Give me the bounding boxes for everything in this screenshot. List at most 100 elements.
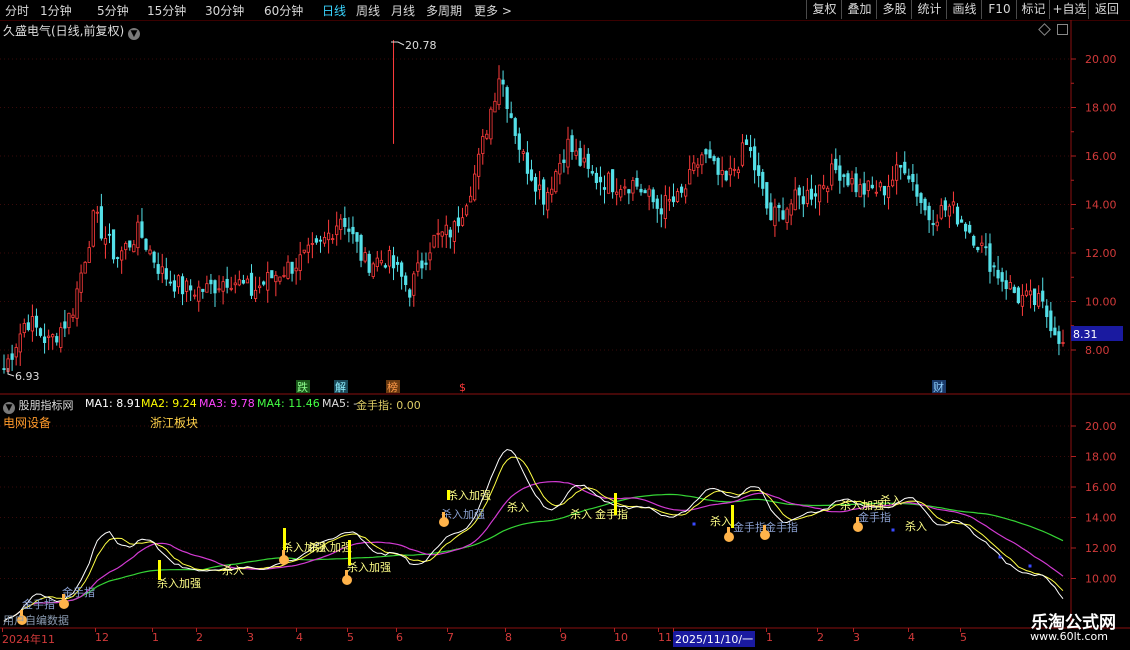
candle-body	[416, 262, 420, 272]
candle-body	[826, 187, 830, 193]
candle-body	[233, 282, 237, 286]
candle-body	[611, 169, 615, 193]
candle-body	[318, 239, 323, 242]
candle-body	[1049, 310, 1053, 332]
candle-body	[927, 205, 931, 221]
candle-body	[513, 118, 517, 136]
time-axis-label: 5	[347, 631, 354, 644]
candle-body	[554, 171, 558, 193]
marker-dot	[1028, 564, 1032, 568]
watermark-url: www.60lt.com	[1030, 630, 1108, 643]
candle-body	[505, 87, 509, 110]
candle-body	[675, 191, 680, 202]
candle-body	[424, 262, 428, 265]
candle-body	[432, 234, 436, 248]
candle-body	[229, 287, 233, 290]
candle-body	[128, 240, 132, 248]
candle-body	[391, 255, 396, 269]
candle-body	[943, 200, 947, 211]
event-tag-ranking[interactable]: 榜	[387, 380, 398, 394]
time-axis-label: 3	[853, 631, 860, 644]
candle-body	[935, 221, 939, 227]
candle-body	[205, 283, 209, 293]
candle-body	[976, 247, 980, 251]
candle-body	[813, 193, 818, 197]
time-axis-label: 11	[658, 631, 672, 644]
price-scale-label: 14.00	[1085, 199, 1117, 212]
candle-body	[679, 186, 684, 193]
ma1-line	[3, 448, 1064, 622]
candle-body	[903, 161, 907, 174]
candle-body	[537, 184, 542, 190]
candle-body	[444, 224, 448, 236]
candle-body	[18, 333, 22, 353]
candle-body	[282, 275, 286, 277]
candle-body	[736, 169, 741, 174]
time-tick	[196, 628, 197, 632]
candle-body	[822, 185, 826, 189]
candle-body	[951, 201, 956, 206]
candle-body	[452, 221, 456, 242]
candle-body	[1000, 272, 1004, 282]
low-price-marker: 6.93	[15, 370, 40, 383]
candle-body	[720, 170, 724, 175]
candle-body	[773, 206, 777, 227]
candle-body	[367, 253, 371, 273]
time-tick	[817, 628, 818, 632]
candle-body	[809, 188, 814, 200]
candle-body	[473, 173, 477, 201]
candle-body	[696, 164, 700, 168]
candle-body	[408, 289, 412, 298]
candle-body	[761, 171, 765, 189]
candle-body	[95, 211, 99, 214]
candle-body	[923, 198, 927, 211]
candle-body	[132, 244, 136, 253]
candle-body	[420, 260, 424, 269]
candle-body	[42, 336, 47, 343]
candle-body	[964, 223, 968, 232]
event-tag-drop[interactable]: 跌	[297, 380, 308, 394]
candle-body	[817, 184, 822, 203]
candle-body	[1020, 294, 1025, 307]
signal-bar	[731, 505, 734, 528]
event-tag-unlock[interactable]: 解	[335, 380, 346, 394]
candle-body	[842, 174, 846, 177]
candle-body	[769, 202, 773, 221]
candle-body	[533, 177, 538, 192]
price-scale-label: 18.00	[1085, 102, 1117, 115]
candle-body	[619, 189, 623, 198]
candle-body	[160, 266, 164, 274]
candle-body	[326, 232, 331, 241]
candle-body	[915, 184, 919, 197]
candle-body	[606, 172, 611, 194]
candle-body	[249, 272, 254, 296]
candle-body	[882, 185, 887, 196]
event-tag-finance[interactable]: 财	[933, 380, 944, 394]
candle-body	[111, 229, 116, 260]
candle-body	[448, 229, 452, 238]
candle-body	[136, 221, 140, 249]
candle-body	[464, 205, 469, 216]
candle-body	[968, 224, 972, 233]
time-axis-label: 10	[614, 631, 628, 644]
time-axis-label: 6	[396, 631, 403, 644]
candle-body	[574, 150, 578, 156]
time-tick	[658, 628, 659, 632]
time-tick	[960, 628, 961, 632]
candle-body	[436, 232, 440, 235]
ma4-line	[3, 493, 1064, 622]
candle-body	[862, 183, 866, 195]
price-scale-label: 16.00	[1085, 150, 1117, 163]
candle-body	[59, 327, 63, 348]
candle-body	[379, 259, 383, 264]
candle-body	[355, 232, 359, 242]
candle-body	[911, 173, 915, 182]
candle-body	[647, 188, 651, 197]
candle-body	[704, 149, 708, 155]
current-price-label: 8.31	[1073, 328, 1098, 341]
candle-body	[481, 136, 485, 154]
time-tick	[152, 628, 153, 632]
signal-bar	[283, 528, 286, 550]
event-tag-dollar[interactable]: $	[459, 381, 466, 394]
time-axis-label: 3	[247, 631, 254, 644]
